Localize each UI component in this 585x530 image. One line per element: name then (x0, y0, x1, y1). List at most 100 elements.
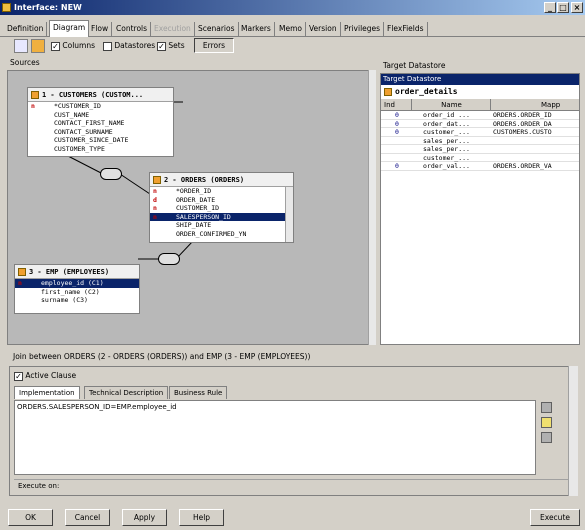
sources-scrollbar[interactable] (368, 70, 376, 345)
datastore-tool-icon[interactable] (31, 39, 45, 53)
join-icon-customers-orders[interactable] (100, 168, 122, 180)
column-row[interactable]: d ORDER_DATE (150, 196, 293, 205)
errors-button[interactable]: Errors (194, 38, 234, 53)
column-row[interactable]: surname (C3) (15, 296, 139, 305)
columns-option[interactable]: ✓ Columns (51, 40, 95, 52)
column-row[interactable]: ORDER_CONFIRMED_YN (150, 230, 293, 239)
target-column-name: sales_per... (423, 145, 470, 153)
active-clause-checkbox[interactable]: ✓ (14, 371, 23, 381)
target-panel: Target Datastore order_details Ind Name … (380, 73, 580, 345)
join-icon-orders-emp[interactable] (158, 253, 180, 265)
target-name: order_details (395, 87, 458, 96)
select-tool-icon[interactable] (14, 39, 28, 53)
number-icon: n (18, 279, 22, 287)
column-header-name[interactable]: Name (413, 99, 491, 111)
entity-emp[interactable]: 3 - EMP (EMPLOYEES) n employee_id (C1) fi… (14, 264, 140, 314)
column-row[interactable]: n CUSTOMER_ID (150, 204, 293, 213)
column-header-mapping[interactable]: Mapp (541, 99, 579, 111)
execute-on-label: Execute on: (18, 482, 60, 490)
target-column-mapping: CUSTOMERS.CUSTO (493, 128, 552, 136)
tab-scenarios[interactable]: Scenarios (195, 22, 239, 36)
datastore-icon (31, 91, 39, 99)
datastore-icon (153, 176, 161, 184)
cancel-button[interactable]: Cancel (65, 509, 110, 526)
apply-button[interactable]: Apply (122, 509, 167, 526)
column-row[interactable]: SHIP_DATE (150, 221, 293, 230)
check-syntax-icon[interactable] (541, 432, 552, 443)
expression-editor-icon[interactable] (541, 402, 552, 413)
target-row[interactable]: sales_per... (381, 145, 579, 154)
subtab-business-rule[interactable]: Business Rule (169, 386, 228, 399)
column-row[interactable]: n *ORDER_ID (150, 187, 293, 196)
column-row[interactable]: CUSTOMER_TYPE (28, 145, 173, 154)
target-row[interactable]: 0 customer_... CUSTOMERS.CUSTO (381, 128, 579, 137)
tab-privileges[interactable]: Privileges (341, 22, 385, 36)
column-name: *CUSTOMER_ID (54, 102, 101, 110)
ok-button[interactable]: OK (8, 509, 53, 526)
target-row[interactable]: 0 order_id ... ORDERS.ORDER_ID (381, 111, 579, 120)
column-row-selected[interactable]: n SALESPERSON_ID (150, 212, 293, 221)
column-row[interactable]: CUST_NAME (28, 111, 173, 120)
column-row[interactable]: CUSTOMER_SINCE_DATE (28, 136, 173, 145)
help-button[interactable]: Help (179, 509, 224, 526)
target-column-name: order_id ... (423, 111, 470, 119)
minimize-button[interactable]: _ (544, 2, 556, 13)
join-scrollbar[interactable] (568, 366, 578, 496)
tab-diagram[interactable]: Diagram (49, 20, 90, 37)
close-button[interactable]: × (571, 2, 583, 13)
column-name: ORDER_CONFIRMED_YN (176, 229, 247, 238)
tab-flexfields[interactable]: FlexFields (384, 22, 428, 36)
column-name: SALESPERSON_ID (176, 212, 231, 221)
target-row[interactable]: 0 order_dat... ORDERS.ORDER_DA (381, 119, 579, 128)
datastores-checkbox[interactable] (103, 41, 112, 51)
column-row[interactable]: CONTACT_FIRST_NAME (28, 119, 173, 128)
entity-scrollbar[interactable] (285, 187, 293, 242)
column-row[interactable]: n *CUSTOMER_ID (28, 102, 173, 111)
sources-diagram[interactable]: 1 - CUSTOMERS (CUSTOM... n *CUSTOMER_ID C… (7, 70, 374, 345)
sets-checkbox[interactable]: ✓ (157, 41, 166, 51)
entity-customers[interactable]: 1 - CUSTOMERS (CUSTOM... n *CUSTOMER_ID C… (27, 87, 174, 157)
target-subheader: Target Datastore (381, 74, 579, 85)
column-name: *ORDER_ID (176, 187, 212, 195)
tab-controls[interactable]: Controls (113, 22, 152, 36)
target-column-name: order_dat... (423, 119, 470, 128)
active-clause-label: Active Clause (25, 371, 77, 380)
indicator-icon: 0 (395, 162, 399, 170)
column-name: CUST_NAME (54, 110, 90, 119)
target-row[interactable]: customer_... (381, 154, 579, 162)
column-header-ind[interactable]: Ind (384, 99, 412, 111)
entity-orders-title: 2 - ORDERS (ORDERS) (150, 173, 293, 187)
subtab-technical-description[interactable]: Technical Description (84, 386, 169, 399)
sets-option[interactable]: ✓ Sets (157, 40, 185, 52)
tab-flow[interactable]: Flow (88, 22, 113, 36)
datastores-option[interactable]: Datastores (103, 40, 155, 52)
target-row[interactable]: sales_per... (381, 137, 579, 145)
join-title: Join between ORDERS (2 - ORDERS (ORDERS)… (13, 352, 311, 361)
join-panel-header: Join between ORDERS (2 - ORDERS (ORDERS)… (7, 350, 580, 364)
execute-button[interactable]: Execute (530, 509, 580, 526)
datastore-icon (18, 268, 26, 276)
pencil-icon[interactable] (541, 417, 552, 428)
entity-emp-title: 3 - EMP (EMPLOYEES) (15, 265, 139, 279)
active-clause-option[interactable]: ✓ Active Clause (14, 370, 76, 382)
sets-label: Sets (168, 41, 185, 50)
column-row-selected[interactable]: n employee_id (C1) (15, 279, 139, 288)
target-column-name: customer_... (423, 128, 470, 136)
tab-markers[interactable]: Markers (238, 22, 275, 36)
join-expression-editor[interactable]: ORDERS.SALESPERSON_ID=EMP.employee_id (14, 400, 536, 475)
subtab-implementation[interactable]: Implementation (14, 386, 80, 399)
columns-checkbox[interactable]: ✓ (51, 41, 60, 51)
tab-execution: Execution (151, 22, 195, 36)
maximize-button[interactable]: □ (557, 2, 569, 13)
window-title: Interface: NEW (14, 3, 82, 12)
tab-definition[interactable]: Definition (4, 22, 48, 36)
key-icon: n (153, 187, 157, 195)
target-grid-body: 0 order_id ... ORDERS.ORDER_ID 0 order_dat..… (381, 111, 579, 171)
column-row[interactable]: CONTACT_SURNAME (28, 128, 173, 137)
target-row[interactable]: 0 order_val... ORDERS.ORDER_VA (381, 162, 579, 171)
column-row[interactable]: first_name (C2) (15, 288, 139, 297)
entity-orders[interactable]: 2 - ORDERS (ORDERS) n *ORDER_ID d ORDER_DA… (149, 172, 294, 243)
tab-version[interactable]: Version (306, 22, 341, 36)
join-panel: ✓ Active Clause Implementation Technical… (9, 366, 578, 496)
tab-memo[interactable]: Memo (276, 22, 306, 36)
